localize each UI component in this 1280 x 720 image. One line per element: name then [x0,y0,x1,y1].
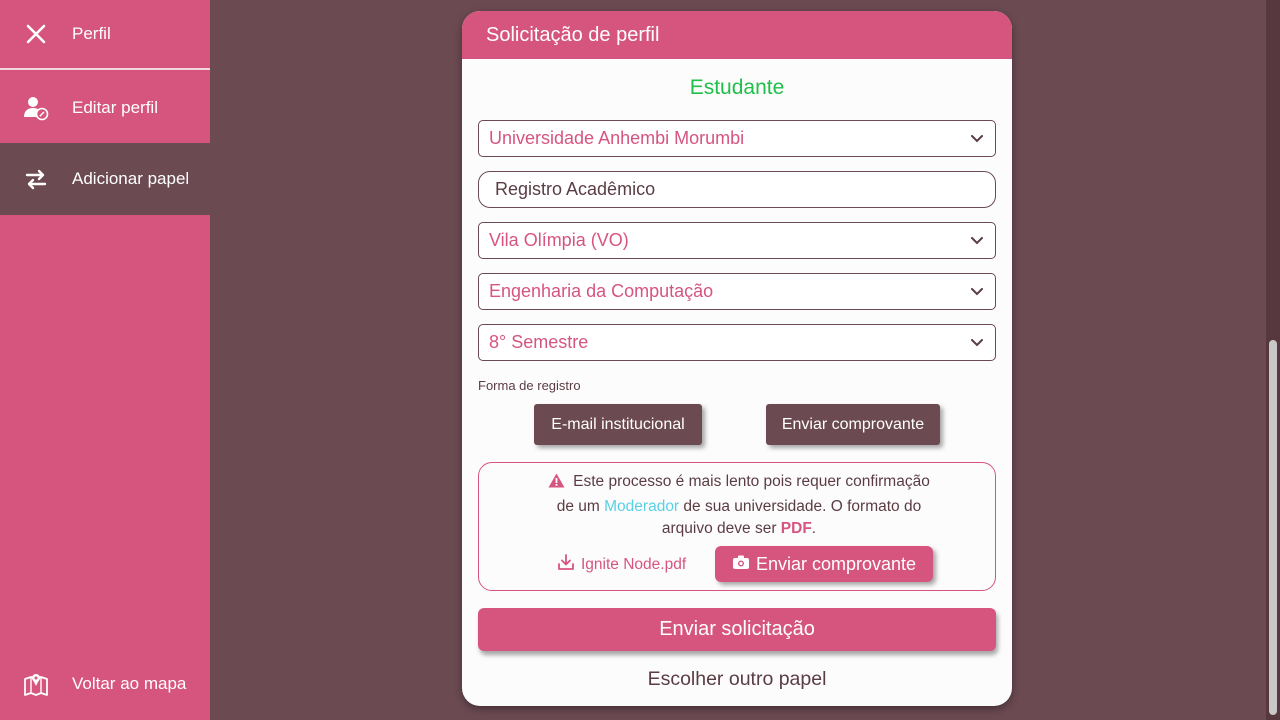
sidebar: Perfil Editar perfil Adicionar papel Vol… [0,0,210,720]
chevron-down-icon [969,335,985,351]
sidebar-item-adicionar-papel[interactable]: Adicionar papel [0,143,210,215]
selected-file[interactable]: Ignite Node.pdf [557,553,686,576]
course-select[interactable]: Engenharia da Computação [478,273,996,310]
registro-placeholder: Registro Acadêmico [495,179,656,199]
choose-other-role-link[interactable]: Escolher outro papel [462,668,1012,691]
pdf-format: PDF [780,520,812,537]
map-icon [0,671,72,697]
submit-request-button[interactable]: Enviar solicitação [478,608,996,651]
sidebar-item-label: Perfil [72,24,111,43]
sidebar-item-voltar-mapa[interactable]: Voltar ao mapa [0,648,210,720]
moderator-link[interactable]: Moderador [604,498,679,515]
campus-select[interactable]: Vila Olímpia (VO) [478,222,996,259]
scrollbar-thumb[interactable] [1269,340,1277,715]
user-edit-icon [0,95,72,121]
chevron-down-icon [969,284,985,300]
profile-request-card: Solicitação de perfil Estudante Universi… [462,11,1012,706]
upload-proof-button[interactable]: Enviar comprovante [715,546,933,582]
warning-icon [548,473,565,496]
chevron-down-icon [969,233,985,249]
upload-button-label: Enviar comprovante [755,553,917,574]
info-part3: . [811,520,817,537]
close-icon[interactable] [0,23,72,45]
sidebar-item-label: Editar perfil [72,97,158,117]
scrollbar[interactable] [1266,0,1280,720]
download-icon [557,553,581,576]
card-header: Solicitação de perfil [462,11,1012,59]
registration-form-label: Forma de registro [478,378,581,393]
file-name: Ignite Node.pdf [581,555,687,573]
email-institucional-button[interactable]: E-mail institucional [534,404,702,445]
card-title: Solicitação de perfil [486,23,660,46]
registro-academico-input[interactable]: Registro Acadêmico [478,171,996,208]
campus-value: Vila Olímpia (VO) [489,230,629,250]
semester-value: 8° Semestre [489,332,589,352]
info-text: Este processo é mais lento pois requer c… [539,471,939,541]
sidebar-item-label: Adicionar papel [72,169,190,188]
chevron-down-icon [969,131,985,147]
swap-arrows-icon [0,167,72,191]
sidebar-item-label: Voltar ao mapa [72,674,187,693]
course-value: Engenharia da Computação [489,281,714,301]
proof-info-box: Este processo é mais lento pois requer c… [478,462,996,591]
university-value: Universidade Anhembi Morumbi [489,128,745,148]
camera-icon [732,554,756,575]
sidebar-item-editar-perfil[interactable]: Editar perfil [0,72,210,143]
university-select[interactable]: Universidade Anhembi Morumbi [478,120,996,157]
sidebar-item-perfil[interactable]: Perfil [0,0,210,70]
enviar-comprovante-option-button[interactable]: Enviar comprovante [766,404,940,445]
semester-select[interactable]: 8° Semestre [478,324,996,361]
role-title: Estudante [689,76,785,99]
